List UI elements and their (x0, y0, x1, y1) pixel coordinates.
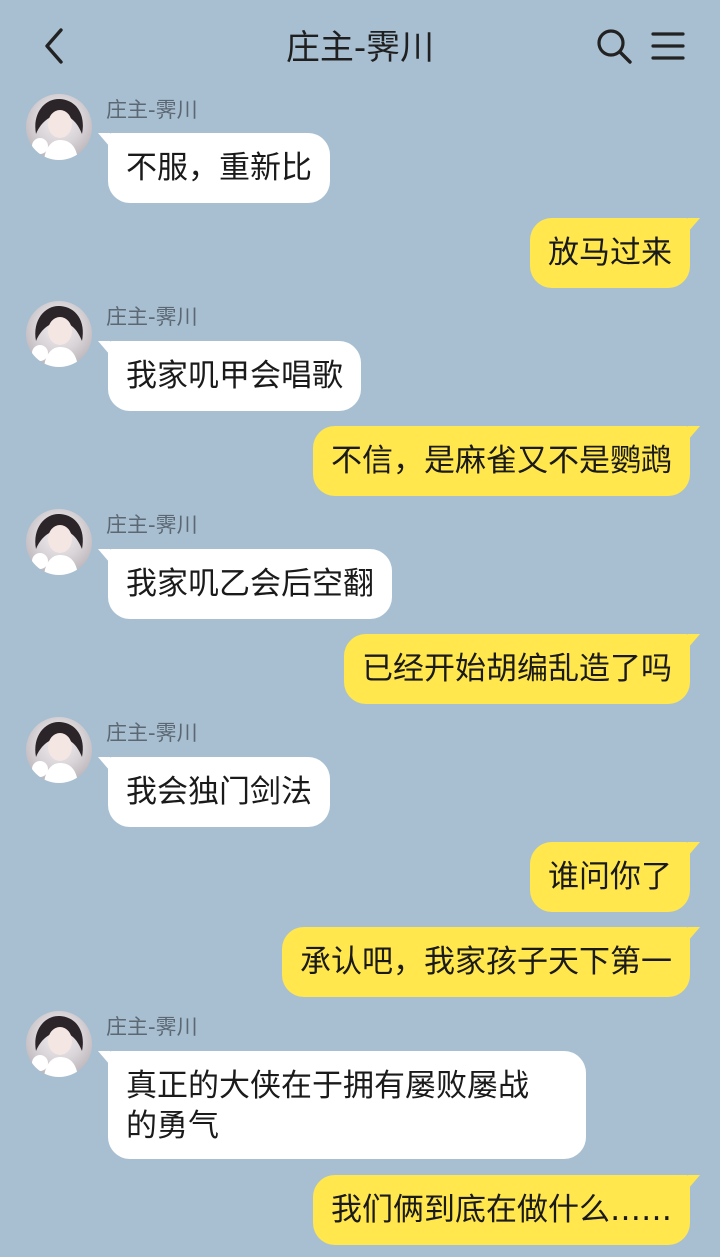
message-bubble-outgoing[interactable]: 已经开始胡编乱造了吗 (344, 634, 700, 704)
message-bubble-outgoing[interactable]: 放马过来 (530, 218, 700, 288)
sender-name: 庄主-霁川 (106, 513, 198, 537)
avatar-portrait-icon (32, 721, 83, 783)
avatar-portrait-icon (32, 305, 83, 367)
sender-name: 庄主-霁川 (106, 721, 198, 745)
message-bubble-outgoing[interactable]: 承认吧，我家孩子天下第一 (282, 927, 700, 997)
message-bubble-outgoing[interactable]: 不信，是麻雀又不是鹦鹉 (313, 426, 700, 496)
avatar[interactable] (26, 94, 92, 160)
menu-icon (651, 32, 685, 60)
sender-name: 庄主-霁川 (106, 98, 198, 122)
avatar-portrait-icon (32, 513, 83, 575)
search-icon (597, 29, 632, 64)
message-bubble-incoming[interactable]: 不服，重新比 (98, 133, 330, 203)
message-bubble-incoming[interactable]: 我家叽甲会唱歌 (98, 341, 361, 411)
avatar-portrait-icon (32, 1015, 83, 1077)
sender-name: 庄主-霁川 (106, 1015, 198, 1039)
message-bubble-outgoing[interactable]: 我们俩到底在做什么…… (313, 1175, 700, 1245)
sender-name: 庄主-霁川 (106, 305, 198, 329)
avatar[interactable] (26, 717, 92, 783)
search-button[interactable] (594, 26, 634, 66)
avatar-portrait-icon (32, 98, 83, 160)
avatar[interactable] (26, 301, 92, 367)
chat-header: 庄主-霁川 (0, 0, 720, 92)
message-bubble-incoming[interactable]: 真正的大侠在于拥有屡败屡战 的勇气 (98, 1051, 586, 1159)
avatar[interactable] (26, 1011, 92, 1077)
message-bubble-outgoing[interactable]: 谁问你了 (530, 842, 700, 912)
message-bubble-incoming[interactable]: 我会独门剑法 (98, 757, 330, 827)
message-bubble-incoming[interactable]: 我家叽乙会后空翻 (98, 549, 392, 619)
avatar[interactable] (26, 509, 92, 575)
menu-button[interactable] (648, 26, 688, 66)
